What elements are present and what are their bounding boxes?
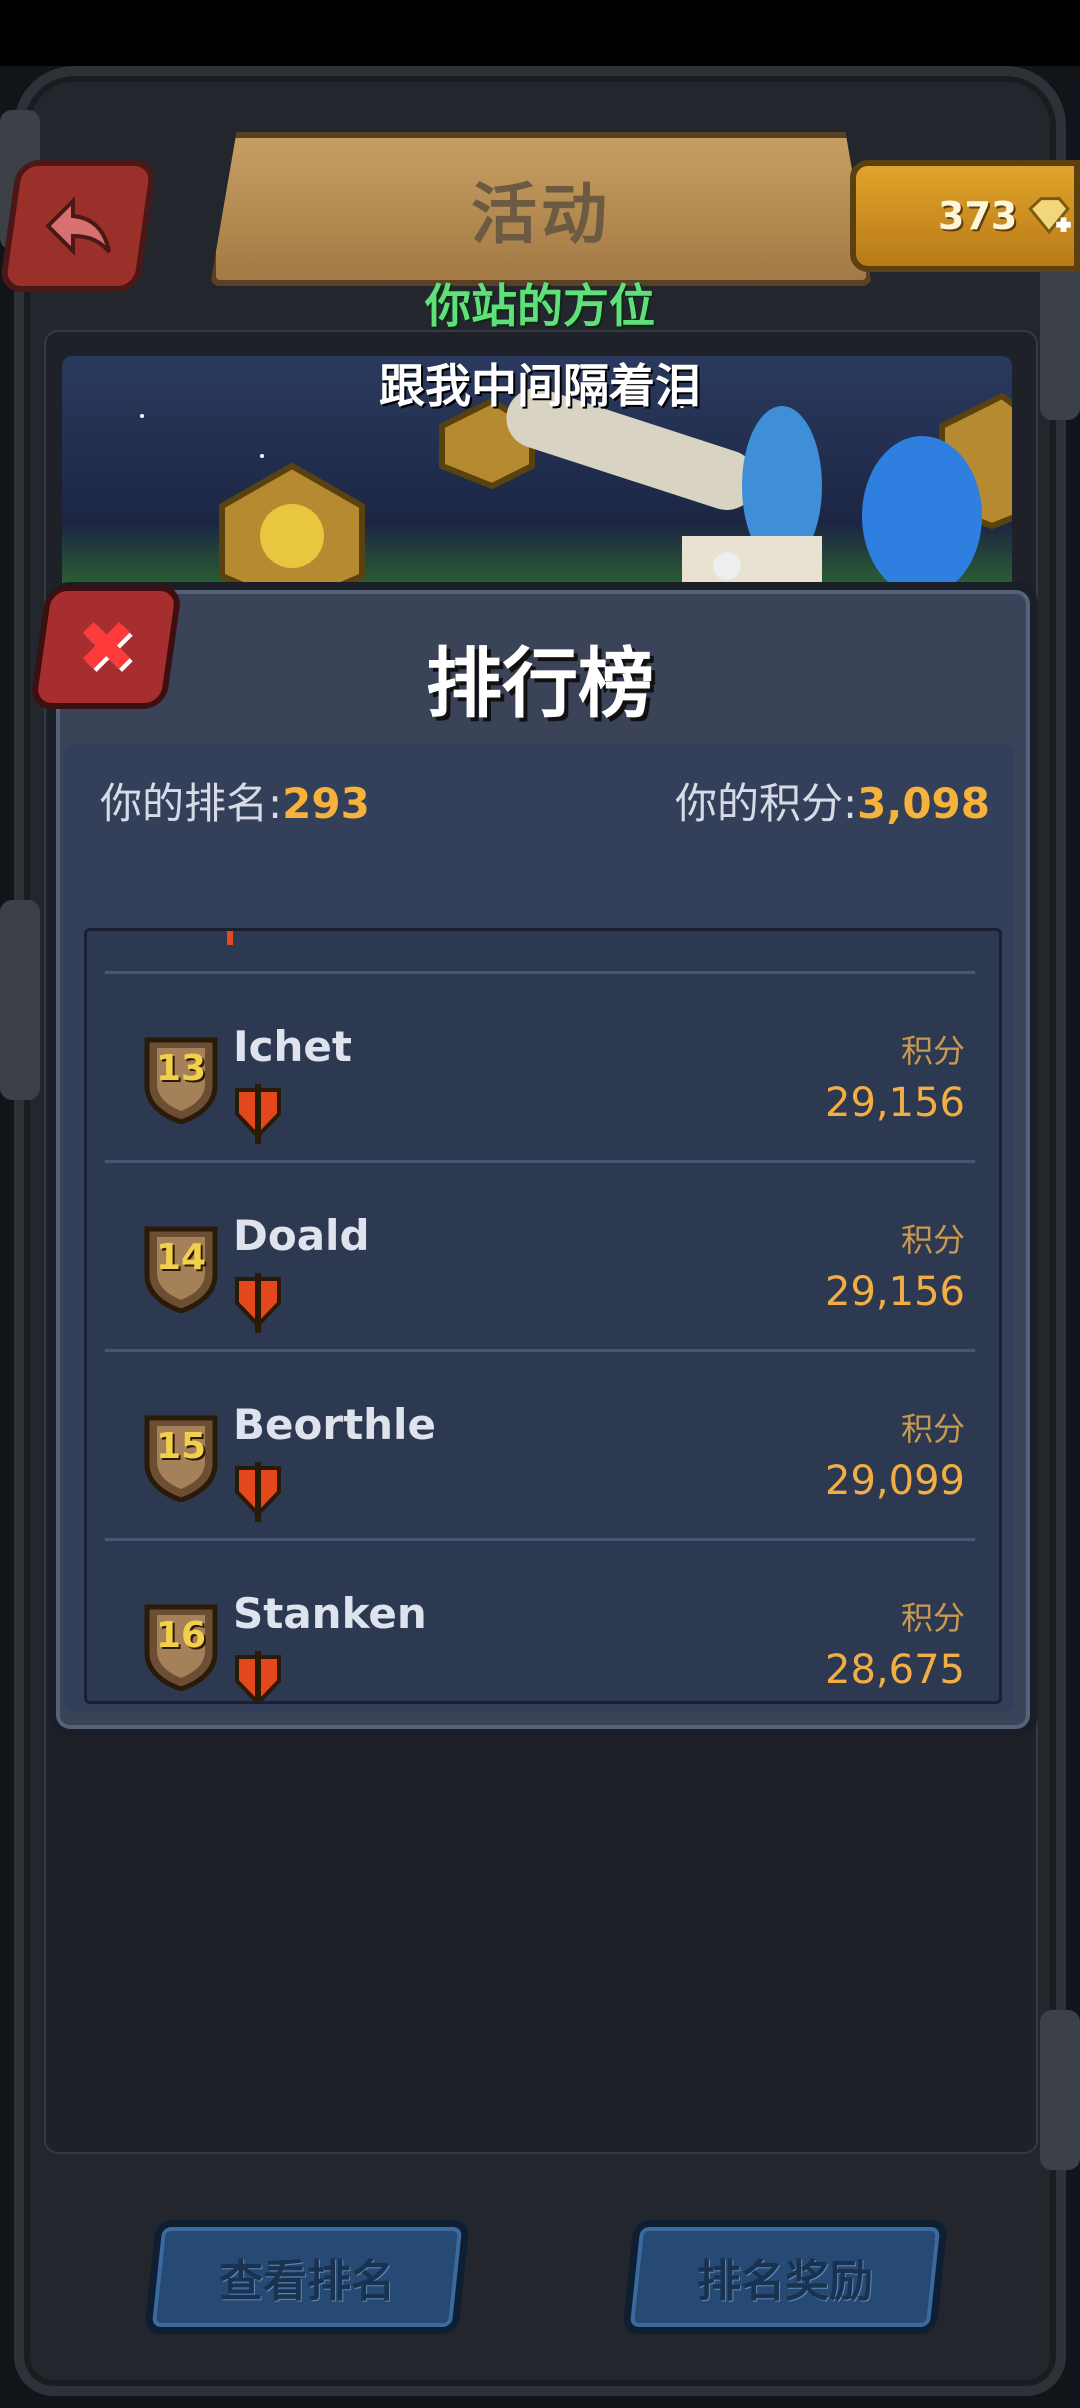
lyric-line-2: 跟我中间隔着泪 — [379, 359, 701, 413]
rank-rewards-label: 排名奖励 — [697, 2256, 873, 2307]
rank-number: 16 — [155, 1615, 207, 1656]
player-name: Ichet — [233, 1022, 352, 1071]
leaderboard-title: 排行榜 — [426, 639, 654, 728]
lyric-line-1: 你站的方位 — [425, 279, 655, 333]
leaderboard-list[interactable]: 13 Ichet 积分 29,156 14 Doald 积分 29,156 15… — [84, 928, 1002, 1704]
status-bar — [0, 0, 1080, 66]
page-title: 活动 — [471, 176, 611, 253]
frame-rock — [0, 900, 40, 1100]
flag-icon — [235, 1462, 281, 1522]
player-name: Doald — [233, 1211, 370, 1260]
view-rank-button[interactable]: 查看排名 — [144, 2220, 470, 2334]
table-row[interactable]: 13 Ichet 积分 29,156 — [105, 974, 975, 1163]
table-row[interactable]: 14 Doald 积分 29,156 — [105, 1163, 975, 1352]
flag-icon — [235, 1273, 281, 1333]
score-label: 积分 — [900, 1221, 965, 1259]
rank-number: 13 — [155, 1048, 207, 1089]
gem-counter[interactable]: 373 — [850, 160, 1080, 272]
view-rank-label: 查看排名 — [219, 2256, 395, 2307]
flag-icon — [235, 1084, 281, 1144]
table-row[interactable]: 15 Beorthle 积分 29,099 — [105, 1352, 975, 1541]
rank-badge: 13 — [141, 1034, 221, 1125]
frame-rock — [1040, 2010, 1080, 2170]
gem-count: 373 — [938, 194, 1018, 238]
table-row[interactable]: 16 Stanken 积分 28,675 — [105, 1541, 975, 1701]
rank-badge: 16 — [141, 1601, 221, 1692]
rank-badge: 15 — [141, 1412, 221, 1503]
player-name: Beorthle — [233, 1400, 436, 1449]
score-label: 积分 — [900, 1599, 965, 1637]
my-rank: 你的排名:293 — [100, 770, 370, 831]
score-label: 积分 — [900, 1410, 965, 1448]
my-rank-label: 你的排名: — [100, 779, 283, 828]
flag-icon — [235, 1651, 281, 1701]
my-score-label: 你的积分: — [674, 779, 858, 828]
title-banner: 活动 — [210, 132, 872, 286]
gem-icon — [1028, 197, 1072, 235]
rank-number: 15 — [155, 1426, 207, 1467]
player-name: Stanken — [233, 1589, 427, 1638]
score-value: 29,156 — [825, 1269, 965, 1315]
rank-rewards-button[interactable]: 排名奖励 — [622, 2220, 948, 2334]
score-label: 积分 — [900, 1032, 965, 1070]
score-value: 29,099 — [825, 1458, 965, 1504]
my-score: 你的积分:3,098 — [675, 770, 990, 831]
back-arrow-icon — [45, 196, 111, 256]
score-value: 29,156 — [825, 1080, 965, 1126]
my-score-value: 3,098 — [857, 779, 990, 828]
my-rank-value: 293 — [282, 779, 370, 828]
flag-tip-icon — [227, 931, 233, 945]
rank-badge: 14 — [141, 1223, 221, 1314]
rank-number: 14 — [155, 1237, 207, 1278]
score-value: 28,675 — [825, 1647, 965, 1693]
